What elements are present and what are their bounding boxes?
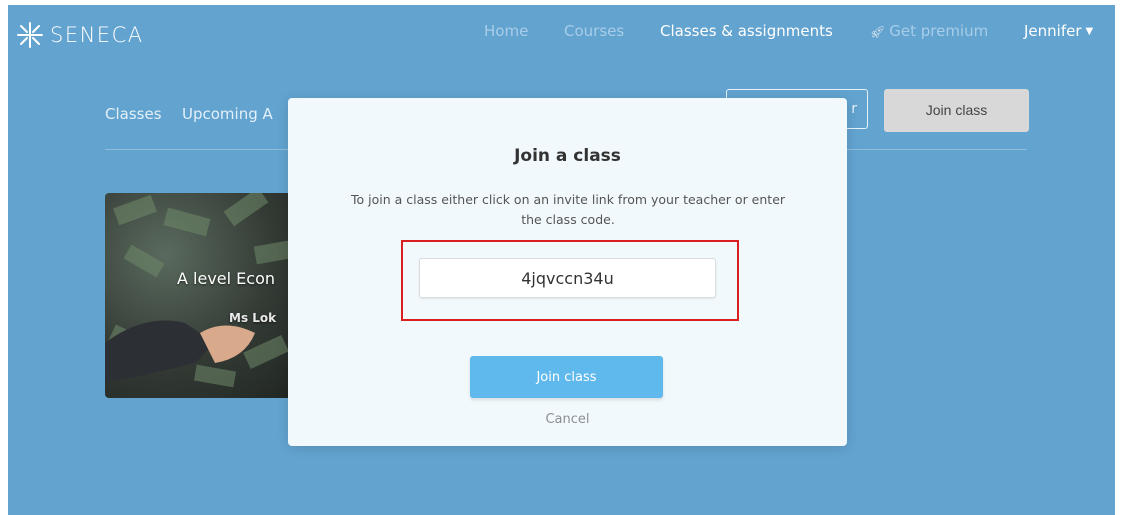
class-card-teacher: Ms Lok — [229, 311, 277, 325]
nav-home[interactable]: Home — [484, 22, 528, 40]
nav-get-premium-label: Get premium — [889, 22, 989, 40]
modal-description: To join a class either click on an invit… — [350, 192, 786, 227]
join-class-modal: Join a class To join a class either clic… — [288, 98, 847, 446]
tab-classes[interactable]: Classes — [105, 105, 162, 123]
class-code-input[interactable] — [419, 258, 716, 298]
tab-upcoming-assignments[interactable]: Upcoming A — [182, 105, 273, 123]
nav-user-menu[interactable]: Jennifer ▼ — [1024, 22, 1093, 40]
card-background-image — [105, 193, 297, 388]
class-card-title: A level Econ — [177, 269, 275, 288]
top-nav: Home Courses Classes & assignments 🚀︎ Get… — [8, 22, 1115, 46]
user-name: Jennifer — [1024, 22, 1082, 40]
join-class-button[interactable]: Join class — [470, 356, 663, 398]
rocket-icon: 🚀︎ — [870, 25, 886, 39]
nav-courses[interactable]: Courses — [564, 22, 624, 40]
cancel-link[interactable]: Cancel — [288, 412, 847, 427]
modal-title: Join a class — [514, 146, 621, 166]
class-card[interactable]: A level Econ Ms Lok — [105, 193, 305, 398]
caret-down-icon: ▼ — [1085, 26, 1094, 37]
app-window: SENECA Home Courses Classes & assignment… — [8, 5, 1115, 515]
nav-classes-assignments[interactable]: Classes & assignments — [660, 22, 833, 40]
nav-get-premium[interactable]: 🚀︎ Get premium — [870, 22, 988, 40]
join-class-top-button[interactable]: Join class — [884, 89, 1029, 132]
